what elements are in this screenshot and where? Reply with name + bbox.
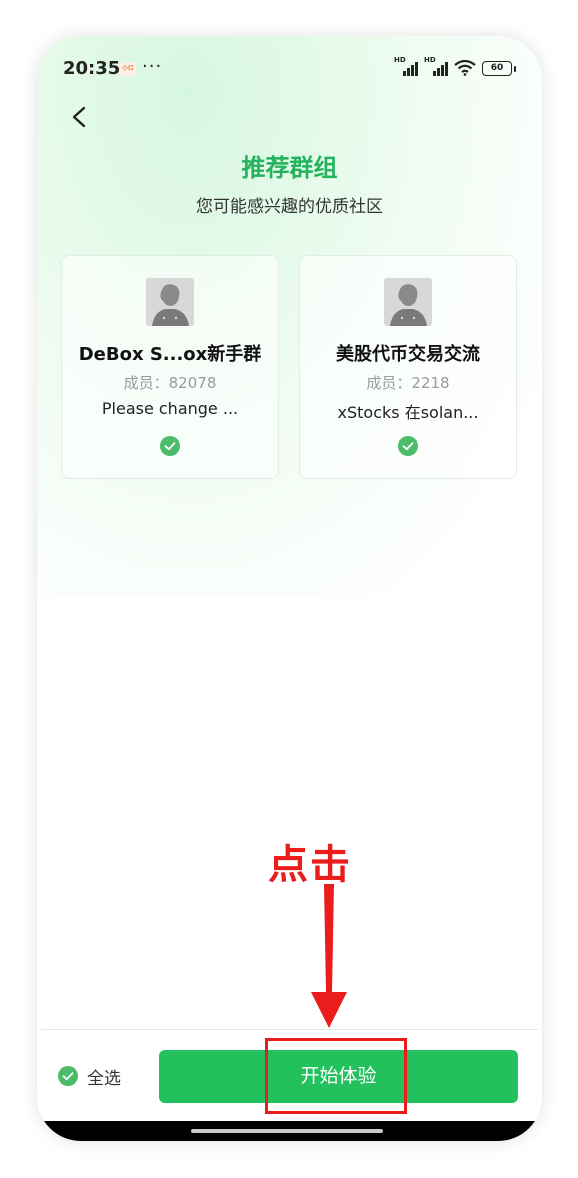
signal-icon-2: HD [424, 56, 448, 76]
status-icons: HD HD 60 [394, 56, 516, 78]
more-notifications-icon: ··· [142, 56, 163, 77]
signal-hd-label: HD [394, 56, 406, 64]
group-card[interactable]: DeBox S...ox新手群 成员：82078 Please change .… [61, 255, 279, 479]
back-button[interactable] [63, 100, 99, 136]
group-name: DeBox S...ox新手群 [78, 344, 262, 365]
check-circle-icon [58, 1066, 78, 1086]
battery-icon: 60 [482, 60, 516, 76]
annotation-highlight-box [265, 1038, 407, 1114]
home-indicator[interactable] [191, 1129, 383, 1133]
group-card[interactable]: 美股代币交易交流 成员：2218 xStocks 在solan... [299, 255, 517, 479]
chevron-left-icon [72, 106, 86, 128]
status-time: 20:35 [63, 58, 121, 79]
group-members: 成员：82078 [123, 374, 217, 392]
select-all-label: 全选 [87, 1068, 121, 1089]
page-subtitle: 您可能感兴趣的优质社区 [196, 197, 383, 217]
group-members: 成员：2218 [366, 374, 450, 392]
signal-icon: HD [394, 56, 418, 76]
wifi-icon [454, 60, 476, 76]
group-avatar [146, 278, 194, 326]
select-all-checkbox[interactable]: 全选 [58, 1064, 121, 1089]
arrow-down-icon [311, 884, 347, 1028]
check-circle-icon[interactable] [398, 436, 418, 456]
group-description: xStocks 在solan... [337, 403, 479, 422]
check-circle-icon[interactable] [160, 436, 180, 456]
group-avatar [384, 278, 432, 326]
group-description: Please change ... [101, 399, 239, 418]
phone-screen: 20:35 小红 ··· HD HD 60 推荐群组 您可能感兴趣的优质社区 D… [37, 36, 542, 1141]
avatar-placeholder-icon [146, 278, 194, 326]
avatar-placeholder-icon [384, 278, 432, 326]
page-title: 推荐群组 [241, 154, 338, 182]
status-bar: 20:35 小红 ··· HD HD 60 [37, 36, 542, 100]
bottom-divider [41, 1029, 538, 1030]
group-name: 美股代币交易交流 [336, 344, 480, 365]
annotation-label: 点击 [268, 842, 352, 888]
notification-app-icon: 小红 [120, 62, 136, 76]
signal-hd-label-2: HD [424, 56, 436, 64]
